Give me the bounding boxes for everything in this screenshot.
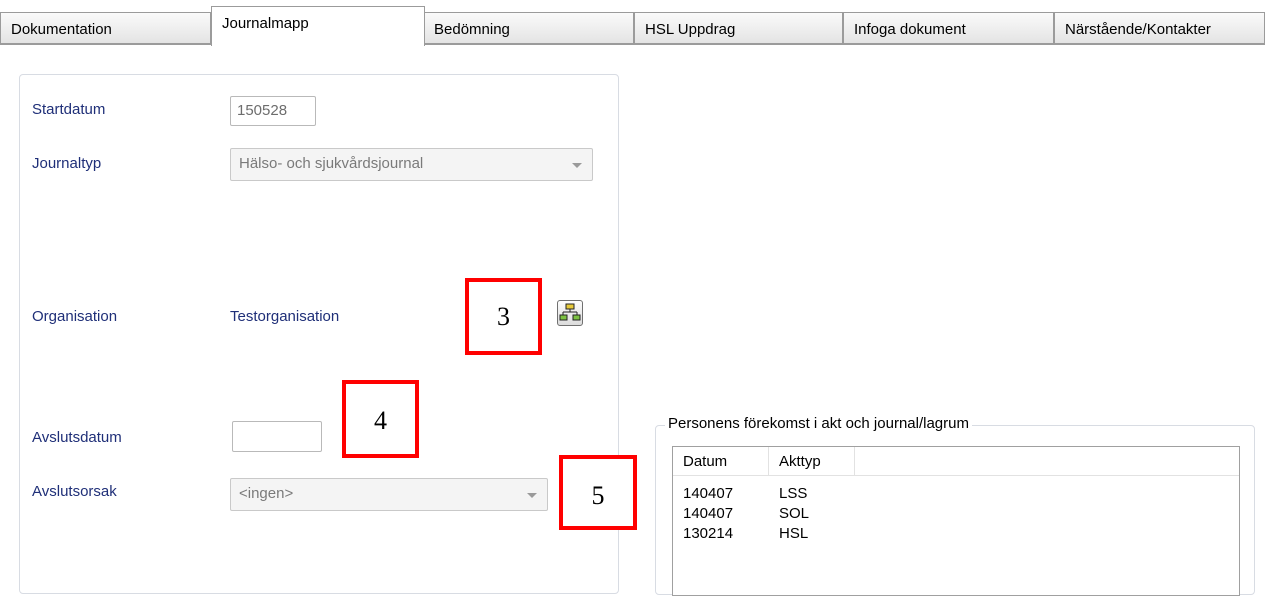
occurrence-list[interactable]: Datum Akttyp 140407 LSS 140407 SOL 13021… (672, 446, 1240, 596)
journaltyp-value: Hälso- och sjukvårdsjournal (239, 155, 424, 172)
row-datum: 130214 (683, 525, 734, 542)
annotation-4: 4 (342, 380, 419, 458)
tab-infoga-dokument[interactable]: Infoga dokument (843, 12, 1054, 44)
annotation-5: 5 (559, 455, 637, 530)
occurrence-title: Personens förekomst i akt och journal/la… (665, 415, 972, 432)
avslutsorsak-select[interactable]: <ingen> (230, 478, 548, 511)
list-row[interactable]: 140407 SOL (673, 505, 1239, 525)
tab-bar: Dokumentation Journalmapp Bedömning HSL … (0, 0, 1265, 46)
avslutsdatum-label: Avslutsdatum (32, 429, 122, 446)
row-datum: 140407 (683, 485, 734, 502)
organisation-picker-button[interactable] (557, 300, 583, 326)
startdatum-label: Startdatum (32, 101, 106, 118)
tab-bedomning[interactable]: Bedömning (423, 12, 634, 44)
avslutsorsak-label: Avslutsorsak (32, 483, 117, 500)
tab-dokumentation[interactable]: Dokumentation (0, 12, 211, 44)
row-akttyp: HSL (779, 525, 809, 542)
tab-hsl-uppdrag[interactable]: HSL Uppdrag (634, 12, 843, 44)
chevron-down-icon (572, 163, 582, 168)
journaltyp-label: Journaltyp (32, 155, 102, 172)
row-datum: 140407 (683, 505, 734, 522)
chevron-down-icon (527, 493, 537, 498)
row-akttyp: LSS (779, 485, 808, 502)
list-row[interactable]: 130214 HSL (673, 525, 1239, 545)
org-tree-icon (559, 303, 581, 321)
list-row[interactable]: 140407 LSS (673, 485, 1239, 505)
avslutsorsak-value: <ingen> (239, 485, 294, 502)
tab-divider (0, 44, 1265, 45)
journaltyp-select[interactable]: Hälso- och sjukvårdsjournal (230, 148, 593, 181)
annotation-3: 3 (465, 278, 542, 355)
list-header: Datum Akttyp (673, 447, 1239, 476)
tab-journalmapp[interactable]: Journalmapp (211, 6, 425, 46)
tab-narstaende-kontakter[interactable]: Närstående/Kontakter (1054, 12, 1265, 44)
column-header-datum[interactable]: Datum (673, 447, 769, 475)
column-header-akttyp[interactable]: Akttyp (769, 447, 855, 475)
organisation-label: Organisation (32, 308, 118, 325)
startdatum-field[interactable]: 150528 (230, 96, 316, 126)
row-akttyp: SOL (779, 505, 810, 522)
organisation-value: Testorganisation (230, 308, 340, 325)
avslutsdatum-field[interactable] (232, 421, 322, 452)
